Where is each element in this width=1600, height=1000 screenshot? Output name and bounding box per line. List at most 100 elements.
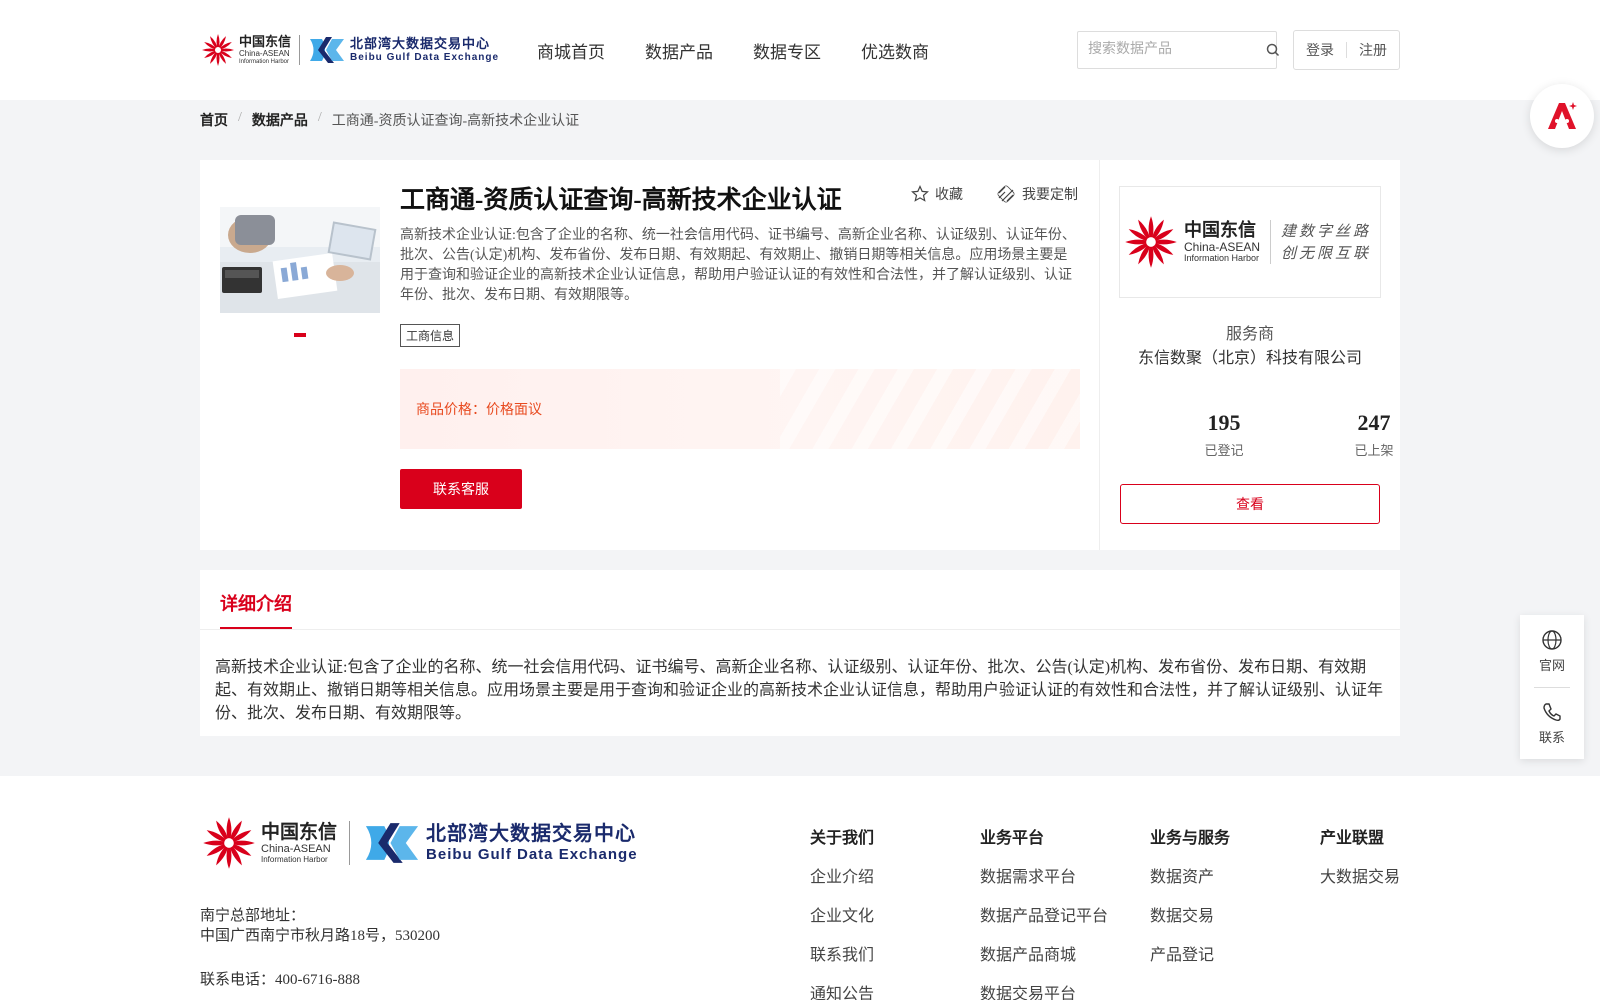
- footer-link[interactable]: 产品登记: [1150, 946, 1230, 965]
- beibu-logo-cn: 北部湾大数据交易中心: [350, 36, 491, 51]
- detail-section: 详细介绍 高新技术企业认证:包含了企业的名称、统一社会信用代码、证书编号、高新企…: [200, 570, 1400, 736]
- breadcrumb-sep: /: [317, 110, 322, 125]
- price-box: 商品价格：价格面议: [400, 369, 1080, 449]
- vendor-slogan-line1: 建数字丝路: [1281, 222, 1372, 240]
- footer-link[interactable]: 通知公告: [810, 985, 874, 1000]
- footer-dongxin-cn: 中国东信: [261, 821, 338, 843]
- breadcrumb-current: 工商通-资质认证查询-高新技术企业认证: [331, 114, 580, 129]
- dongxin-logo-en1: China-ASEAN: [239, 49, 290, 58]
- dongxin-logo: 中国东信 China-ASEAN Information Harbor: [200, 32, 291, 68]
- favorite-label: 收藏: [935, 188, 963, 203]
- nav-mall-home[interactable]: 商城首页: [537, 38, 605, 63]
- beibu-emblem-icon: [365, 823, 419, 863]
- vendor-logo-en1: China-ASEAN: [1184, 240, 1261, 254]
- vendor-logo[interactable]: 中国东信 China-ASEAN Information Harbor 建数字丝…: [1119, 186, 1381, 298]
- registered-count: 195: [1207, 410, 1241, 435]
- breadcrumb-home[interactable]: 首页: [200, 110, 228, 130]
- tab-detail[interactable]: 详细介绍: [220, 590, 292, 616]
- footer-link[interactable]: 企业介绍: [810, 868, 874, 887]
- product-tag[interactable]: 工商信息: [400, 324, 461, 347]
- phone-icon: [1543, 703, 1561, 722]
- footer-link[interactable]: 数据产品商城: [980, 946, 1108, 965]
- logo-divider: [299, 35, 301, 65]
- side-website-label: 官网: [1538, 658, 1565, 673]
- star-icon: [911, 185, 929, 202]
- customize-label: 我要定制: [1022, 188, 1078, 203]
- price-label: 商品价格：: [416, 403, 486, 418]
- listed-count: 247: [1357, 410, 1391, 435]
- product-image[interactable]: [220, 207, 380, 313]
- side-float-panel: 官网 联系: [1520, 615, 1584, 759]
- vendor-name[interactable]: 东信数聚（北京）科技有限公司: [1100, 344, 1400, 368]
- footer-link[interactable]: 数据需求平台: [980, 868, 1108, 887]
- header-logo[interactable]: 中国东信 China-ASEAN Information Harbor 北部湾大…: [200, 30, 499, 70]
- side-website-button[interactable]: 官网: [1520, 629, 1584, 674]
- auth-box: 登录 注册: [1293, 30, 1400, 70]
- price-value: 价格面议: [486, 403, 542, 418]
- footer-address-value: 中国广西南宁市秋月路18号，530200: [200, 928, 441, 944]
- search-icon[interactable]: [1266, 32, 1280, 68]
- register-link[interactable]: 注册: [1359, 40, 1387, 60]
- vendor-label: 服务商: [1225, 326, 1274, 343]
- dongxin-emblem-icon: [1125, 216, 1177, 268]
- customize-button[interactable]: 我要定制: [996, 184, 1078, 204]
- side-contact-button[interactable]: 联系: [1520, 701, 1584, 746]
- search-box: [1077, 31, 1280, 69]
- beibu-logo: 北部湾大数据交易中心 Beibu Gulf Data Exchange: [308, 35, 499, 65]
- footer-link[interactable]: 数据交易: [1150, 907, 1230, 926]
- product-description: 高新技术企业认证:包含了企业的名称、统一社会信用代码、证书编号、高新企业名称、认…: [400, 228, 1076, 303]
- nav-data-zone[interactable]: 数据专区: [753, 38, 821, 63]
- footer-col-platform: 业务平台 数据需求平台 数据产品登记平台 数据产品商城 数据交易平台: [980, 824, 1108, 1000]
- footer-link[interactable]: 数据资产: [1150, 868, 1230, 887]
- footer-beibu-en: Beibu Gulf Data Exchange: [426, 846, 638, 863]
- beibu-emblem-icon: [310, 37, 345, 63]
- breadcrumb-category[interactable]: 数据产品: [252, 110, 308, 130]
- globe-icon: [1542, 630, 1562, 650]
- vendor-slogan: 建数字丝路 创无限互联: [1270, 220, 1371, 264]
- detail-text: 高新技术企业认证:包含了企业的名称、统一社会信用代码、证书编号、高新企业名称、认…: [215, 659, 1384, 722]
- view-vendor-button[interactable]: 查看: [1120, 484, 1380, 524]
- footer-col-title: 业务与服务: [1150, 830, 1231, 847]
- footer-dongxin-en2: Information Harbor: [261, 854, 328, 864]
- nav-data-products[interactable]: 数据产品: [645, 38, 713, 63]
- footer-link[interactable]: 数据产品登记平台: [980, 907, 1108, 926]
- dongxin-logo-cn: 中国东信: [239, 34, 292, 49]
- favorite-button[interactable]: 收藏: [911, 184, 963, 204]
- registered-label: 已登记: [1204, 443, 1244, 458]
- dongxin-emblem-icon: [202, 34, 234, 66]
- contact-service-button[interactable]: 联系客服: [400, 469, 522, 509]
- footer-logo[interactable]: 中国东信 China-ASEAN Information Harbor 北部湾大…: [200, 814, 638, 872]
- main-nav: 商城首页 数据产品 数据专区 优选数商: [537, 38, 969, 63]
- side-contact-label: 联系: [1538, 730, 1565, 745]
- footer-col-title: 产业联盟: [1320, 830, 1385, 847]
- footer-link[interactable]: 数据交易平台: [980, 985, 1108, 1000]
- site-footer: 中国东信 China-ASEAN Information Harbor 北部湾大…: [0, 776, 1600, 1000]
- breadcrumb-sep: /: [238, 110, 242, 125]
- footer-logo-divider: [349, 821, 351, 865]
- side-divider: [1534, 687, 1570, 688]
- footer-col-title: 关于我们: [810, 830, 875, 847]
- footer-address: 南宁总部地址： 中国广西南宁市秋月路18号，530200: [200, 906, 440, 946]
- dongxin-logo-en2: Information Harbor: [239, 59, 290, 65]
- footer-col-services: 业务与服务 数据资产 数据交易 产品登记: [1150, 824, 1230, 965]
- footer-address-label: 南宁总部地址：: [200, 908, 306, 924]
- login-link[interactable]: 登录: [1306, 40, 1334, 60]
- footer-dongxin-en1: China-ASEAN: [261, 842, 331, 855]
- search-input[interactable]: [1078, 32, 1266, 68]
- footer-phone: 联系电话：400-6716-888: [200, 972, 360, 988]
- customize-icon: [997, 185, 1015, 203]
- footer-link[interactable]: 联系我们: [810, 946, 874, 965]
- carousel-indicator[interactable]: [294, 333, 306, 337]
- ai-assistant-button[interactable]: [1530, 84, 1594, 148]
- price-text: 商品价格：价格面议: [416, 399, 542, 419]
- product-title: 工商通-资质认证查询-高新技术企业认证: [400, 187, 842, 214]
- footer-link[interactable]: 企业文化: [810, 907, 874, 926]
- listed-stat: 247 已上架: [1324, 410, 1424, 459]
- registered-stat: 195 已登记: [1174, 410, 1274, 459]
- footer-link[interactable]: 大数据交易: [1320, 868, 1400, 887]
- breadcrumb: 首页 / 数据产品 / 工商通-资质认证查询-高新技术企业认证: [200, 110, 579, 130]
- footer-col-about: 关于我们 企业介绍 企业文化 联系我们 通知公告: [810, 824, 874, 1000]
- nav-preferred-vendors[interactable]: 优选数商: [861, 38, 929, 63]
- vendor-logo-cn: 中国东信: [1184, 220, 1256, 240]
- auth-divider: [1346, 42, 1347, 58]
